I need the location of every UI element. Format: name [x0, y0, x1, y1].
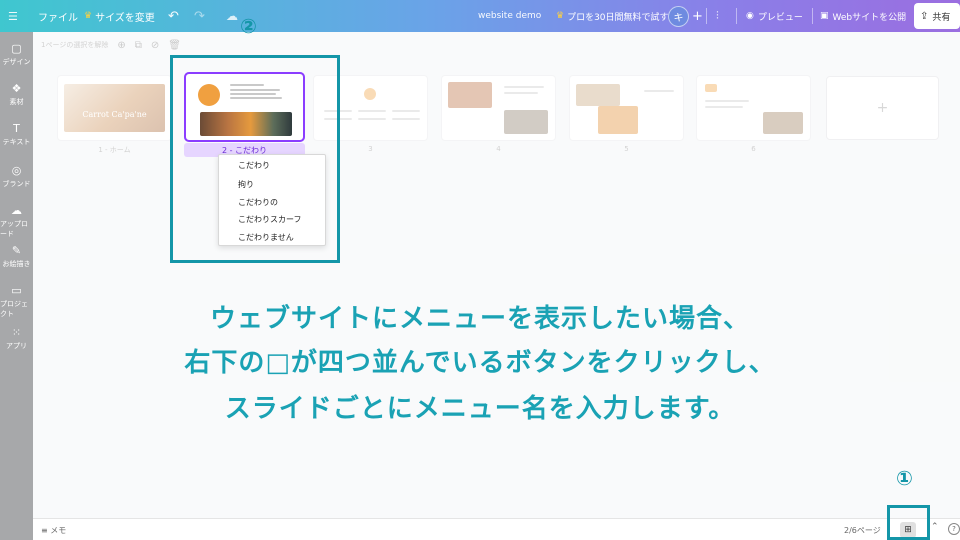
share-icon: ⇪ — [920, 10, 929, 22]
page-thumbnail-1[interactable]: Carrot Ca'pa'ne — [58, 76, 171, 140]
preview-button[interactable]: ◉ プレビュー — [746, 0, 803, 32]
page-thumbnail-4[interactable] — [442, 76, 555, 140]
notes-button[interactable]: ≡ メモ — [41, 525, 66, 536]
sidebar-item-label: デザイン — [2, 58, 31, 66]
page-label-6: 6 — [751, 145, 756, 153]
publish-label: Webサイトを公開 — [832, 12, 907, 23]
resize-label: サイズを変更 — [95, 12, 155, 24]
redo-icon[interactable]: ↷ — [194, 0, 205, 32]
sidebar-item-icon: ◎ — [11, 164, 22, 177]
website-icon: ▣ — [820, 11, 829, 21]
page-thumbnail-5[interactable] — [570, 76, 683, 140]
sidebar-item-label: ブランド — [2, 180, 31, 188]
hide-icon[interactable]: ⊘ — [151, 40, 159, 51]
add-collaborator-icon[interactable]: + — [692, 0, 703, 32]
instruction-line-1: ウェブサイトにメニューを表示したい場合、 — [209, 304, 750, 334]
bottom-bar: ≡ メモ 2/6ページ ⊞ ⌃ ? — [33, 518, 960, 540]
annotation-box-2 — [170, 55, 340, 263]
crown-icon: ♛ — [556, 11, 565, 21]
divider — [812, 8, 813, 24]
trash-icon[interactable]: 🗑 — [168, 40, 181, 51]
document-title[interactable]: website demo — [478, 0, 541, 32]
crown-icon: ♛ — [84, 11, 93, 21]
notes-label: メモ — [50, 526, 67, 535]
page-label-1: 1 - ホーム — [98, 146, 131, 154]
page-label-4: 4 — [496, 145, 501, 153]
sidebar-item-icon: ▢ — [11, 42, 22, 55]
pro-trial-button[interactable]: ♛ プロを30日間無料で試す — [556, 0, 669, 32]
menu-icon[interactable]: ☰ — [8, 0, 20, 32]
avatar[interactable]: キ — [668, 6, 689, 27]
insights-icon[interactable]: ⫶ — [716, 0, 719, 32]
instruction-line-2: 右下の□が四つ並んでいるボタンをクリックし、 — [184, 348, 776, 378]
sidebar-item-label: テキスト — [2, 138, 31, 146]
sidebar-item[interactable]: ☁ アップロード — [0, 204, 33, 239]
cloud-save-icon[interactable]: ☁ — [226, 0, 238, 32]
sidebar-item-label: アップロード — [0, 220, 28, 238]
publish-website-button[interactable]: ▣ Webサイトを公開 — [820, 0, 906, 32]
page1-title-text: Carrot Ca'pa'ne — [82, 110, 147, 119]
share-button[interactable]: ⇪ 共有 — [914, 3, 960, 29]
sidebar-item-label: お絵描き — [2, 260, 31, 268]
sidebar-item[interactable]: ◎ ブランド — [0, 164, 33, 189]
divider — [736, 8, 737, 24]
deselect-pages-link[interactable]: 1ページの選択を解除 — [41, 40, 108, 50]
top-bar: ☰ ファイル ♛ サイズを変更 ↶ ↷ ☁ website demo ♛ プロを… — [0, 0, 960, 32]
share-label: 共有 — [932, 12, 951, 23]
instruction-line-3: スライドごとにメニュー名を入力します。 — [224, 394, 736, 424]
duplicate-icon[interactable]: ⧉ — [135, 40, 142, 51]
add-page-icon[interactable]: ⊕ — [117, 40, 125, 51]
notes-icon: ≡ — [41, 526, 48, 535]
expand-icon[interactable]: ⌃ — [931, 522, 939, 532]
sidebar-item[interactable]: ✎ お絵描き — [0, 244, 33, 269]
divider — [706, 8, 707, 24]
sidebar-item[interactable]: T テキスト — [0, 122, 33, 147]
sidebar-item-icon: ☁ — [11, 204, 22, 217]
page-label-5: 5 — [624, 145, 629, 153]
annotation-number-1: ① — [896, 466, 913, 490]
sidebar-item[interactable]: ❖ 素材 — [0, 82, 33, 107]
annotation-box-1 — [887, 505, 930, 540]
resize-button[interactable]: ♛ サイズを変更 — [84, 0, 155, 32]
sidebar-item-label: 素材 — [9, 98, 24, 106]
page-counter: 2/6ページ — [844, 526, 881, 535]
preview-label: プレビュー — [757, 12, 803, 23]
file-menu[interactable]: ファイル — [38, 0, 78, 32]
eye-icon: ◉ — [746, 11, 754, 21]
help-icon[interactable]: ? — [948, 523, 960, 535]
add-page-button[interactable]: + — [826, 76, 939, 140]
sidebar-item-icon: ▭ — [11, 284, 22, 297]
sidebar-item-icon: ✎ — [11, 244, 22, 257]
pro-trial-label: プロを30日間無料で試す — [567, 12, 669, 23]
annotation-number-2: ② — [240, 14, 257, 38]
page-thumbnail-6[interactable] — [697, 76, 810, 140]
undo-icon[interactable]: ↶ — [168, 0, 179, 32]
sidebar-item-icon: T — [13, 122, 20, 135]
sidebar-item-icon: ❖ — [11, 82, 22, 95]
sidebar-item[interactable]: ▢ デザイン — [0, 42, 33, 67]
page-toolbar: 1ページの選択を解除 ⊕ ⧉ ⊘ 🗑 — [41, 38, 181, 52]
